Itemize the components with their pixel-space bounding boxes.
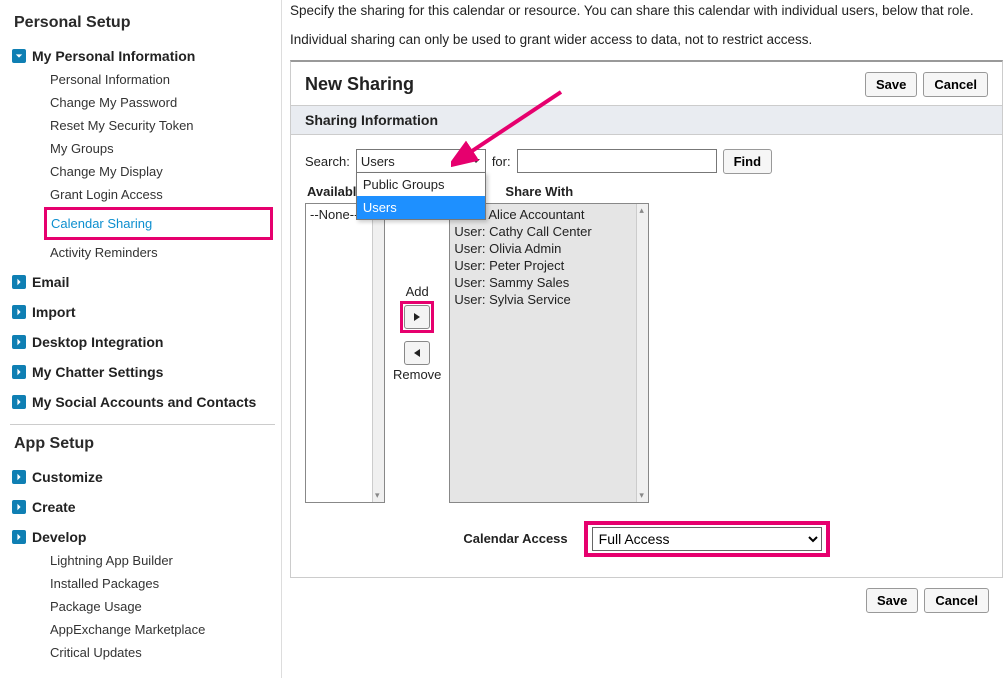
main-content: Specify the sharing for this calendar or… <box>282 0 1003 678</box>
save-button-bottom[interactable]: Save <box>866 588 918 613</box>
save-button-top[interactable]: Save <box>865 72 917 97</box>
find-button[interactable]: Find <box>723 149 772 174</box>
scrollbar[interactable]: ▴▾ <box>636 204 648 502</box>
chevron-right-icon <box>12 335 26 349</box>
highlight-add-button <box>400 301 434 333</box>
chevron-right-icon <box>12 530 26 544</box>
search-type-dropdown[interactable]: Public Groups Users <box>356 172 486 220</box>
cancel-button-top[interactable]: Cancel <box>923 72 988 97</box>
chevron-right-icon <box>12 470 26 484</box>
option-users[interactable]: Users <box>357 196 485 219</box>
intro-text-1: Specify the sharing for this calendar or… <box>290 2 1003 21</box>
chevron-down-icon <box>12 49 26 63</box>
intro-text-2: Individual sharing can only be used to g… <box>290 31 1003 50</box>
section-sharing-information: Sharing Information <box>291 105 1002 135</box>
nav-package-usage[interactable]: Package Usage <box>50 595 281 618</box>
scrollbar[interactable]: ▴▾ <box>372 204 384 502</box>
nav-chatter-settings[interactable]: My Chatter Settings <box>10 360 281 384</box>
list-item[interactable]: User: Peter Project <box>452 257 646 274</box>
nav-personal-information[interactable]: Personal Information <box>50 68 281 91</box>
nav-create[interactable]: Create <box>10 495 281 519</box>
nav-installed-packages[interactable]: Installed Packages <box>50 572 281 595</box>
nav-critical-updates[interactable]: Critical Updates <box>50 641 281 664</box>
highlight-calendar-sharing: Calendar Sharing <box>44 207 273 240</box>
app-setup-heading: App Setup <box>14 435 281 453</box>
chevron-right-icon <box>12 305 26 319</box>
nav-grant-login-access[interactable]: Grant Login Access <box>50 183 281 206</box>
remove-button[interactable] <box>404 341 430 365</box>
nav-reset-security-token[interactable]: Reset My Security Token <box>50 114 281 137</box>
nav-my-personal-information[interactable]: My Personal Information <box>10 44 281 68</box>
remove-label: Remove <box>393 367 441 382</box>
chevron-right-icon <box>12 395 26 409</box>
nav-customize[interactable]: Customize <box>10 465 281 489</box>
list-item[interactable]: User: Olivia Admin <box>452 240 646 257</box>
calendar-access-label: Calendar Access <box>463 531 567 546</box>
divider <box>10 424 275 425</box>
chevron-down-icon <box>471 156 481 166</box>
triangle-left-icon <box>412 348 422 358</box>
list-item[interactable]: User: Cathy Call Center <box>452 223 646 240</box>
chevron-right-icon <box>12 275 26 289</box>
nav-social-accounts[interactable]: My Social Accounts and Contacts <box>10 390 281 414</box>
available-listbox[interactable]: --None-- ▴▾ <box>305 203 385 503</box>
nav-activity-reminders[interactable]: Activity Reminders <box>50 241 281 264</box>
list-item[interactable]: User: Sammy Sales <box>452 274 646 291</box>
highlight-calendar-access: Full Access <box>584 521 830 557</box>
nav-desktop-integration[interactable]: Desktop Integration <box>10 330 281 354</box>
personal-setup-heading: Personal Setup <box>14 14 281 32</box>
nav-change-my-display[interactable]: Change My Display <box>50 160 281 183</box>
add-button[interactable] <box>404 305 430 329</box>
nav-develop[interactable]: Develop <box>10 525 281 549</box>
search-text-input[interactable] <box>517 149 717 173</box>
nav-calendar-sharing[interactable]: Calendar Sharing <box>51 212 266 235</box>
search-type-select[interactable]: Users <box>356 149 486 173</box>
sidebar: Personal Setup My Personal Information P… <box>0 0 282 678</box>
nav-import[interactable]: Import <box>10 300 281 324</box>
option-public-groups[interactable]: Public Groups <box>357 173 485 196</box>
nav-change-my-password[interactable]: Change My Password <box>50 91 281 114</box>
triangle-right-icon <box>412 312 422 322</box>
card-title: New Sharing <box>305 74 414 95</box>
for-label: for: <box>492 154 511 169</box>
new-sharing-card: New Sharing Save Cancel Sharing Informat… <box>290 60 1003 578</box>
nav-lightning-app-builder[interactable]: Lightning App Builder <box>50 549 281 572</box>
share-with-listbox[interactable]: User: Alice Accountant User: Cathy Call … <box>449 203 649 503</box>
search-label: Search: <box>305 154 350 169</box>
add-label: Add <box>406 284 429 299</box>
nav-my-groups[interactable]: My Groups <box>50 137 281 160</box>
chevron-right-icon <box>12 365 26 379</box>
calendar-access-select[interactable]: Full Access <box>592 527 822 551</box>
nav-email[interactable]: Email <box>10 270 281 294</box>
list-item[interactable]: User: Sylvia Service <box>452 291 646 308</box>
cancel-button-bottom[interactable]: Cancel <box>924 588 989 613</box>
nav-appexchange-marketplace[interactable]: AppExchange Marketplace <box>50 618 281 641</box>
chevron-right-icon <box>12 500 26 514</box>
